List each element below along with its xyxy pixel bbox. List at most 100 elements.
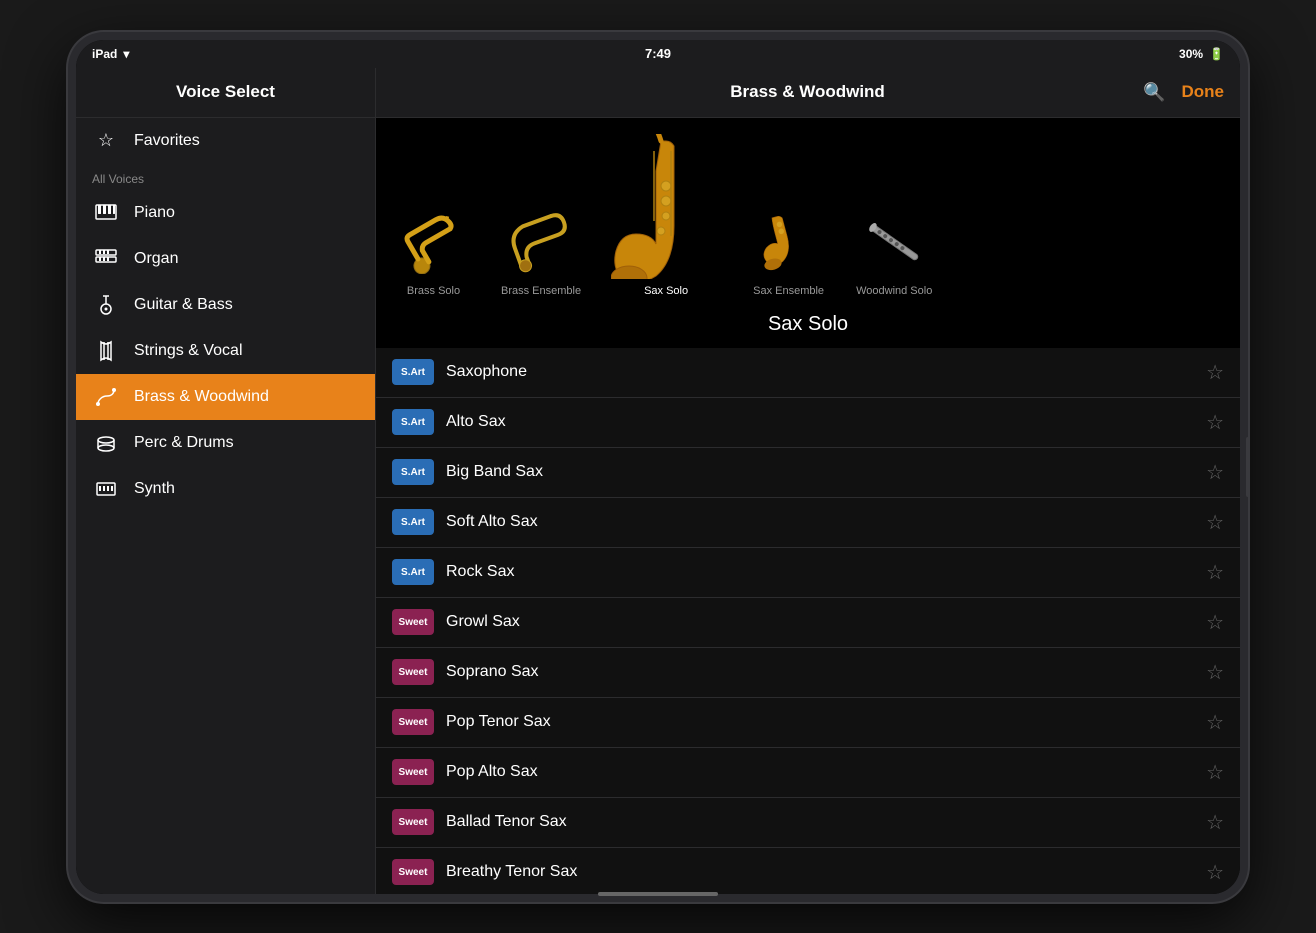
voice-name: Big Band Sax	[446, 463, 1206, 481]
sidebar-title: Voice Select	[176, 82, 275, 102]
voice-name: Breathy Tenor Sax	[446, 863, 1206, 881]
sax-solo-img	[611, 134, 721, 279]
battery-icon: 🔋	[1209, 47, 1224, 61]
voice-item-pop-tenor-sax[interactable]: Sweet Pop Tenor Sax☆	[376, 698, 1240, 748]
voice-name: Soprano Sax	[446, 663, 1206, 681]
brass-icon	[92, 383, 120, 411]
sax-solo-header: Sax Solo	[376, 305, 1240, 348]
sidebar-item-strings-vocal[interactable]: Strings & Vocal	[76, 328, 375, 374]
sidebar-item-perc-drums[interactable]: Perc & Drums	[76, 420, 375, 466]
voice-favorite-star[interactable]: ☆	[1206, 360, 1224, 385]
voice-item-pop-alto-sax[interactable]: Sweet Pop Alto Sax☆	[376, 748, 1240, 798]
category-carousel: Brass Solo	[376, 118, 1240, 305]
voice-favorite-star[interactable]: ☆	[1206, 410, 1224, 435]
done-button[interactable]: Done	[1182, 82, 1225, 102]
perc-drums-label: Perc & Drums	[134, 434, 234, 452]
voice-favorite-star[interactable]: ☆	[1206, 510, 1224, 535]
voice-favorite-star[interactable]: ☆	[1206, 860, 1224, 885]
voice-badge: S.Art	[392, 509, 434, 535]
brass-woodwind-label: Brass & Woodwind	[134, 388, 269, 406]
synth-icon	[92, 475, 120, 503]
voice-badge: S.Art	[392, 559, 434, 585]
status-bar: iPad ▾ 7:49 30% 🔋	[76, 40, 1240, 68]
voice-name: Growl Sax	[446, 613, 1206, 631]
voice-item-alto-sax[interactable]: S.ArtAlto Sax☆	[376, 398, 1240, 448]
voice-favorite-star[interactable]: ☆	[1206, 460, 1224, 485]
voice-badge: Sweet	[392, 609, 434, 635]
category-brass-solo[interactable]: Brass Solo	[396, 209, 471, 297]
voice-item-big-band-sax[interactable]: S.Art Big Band Sax☆	[376, 448, 1240, 498]
voice-item-soft-alto-sax[interactable]: S.ArtSoft Alto Sax☆	[376, 498, 1240, 548]
category-woodwind-solo[interactable]: Woodwind Solo	[856, 209, 932, 297]
sidebar-item-guitar-bass[interactable]: Guitar & Bass	[76, 282, 375, 328]
voice-name: Rock Sax	[446, 563, 1206, 581]
voice-badge: S.Art	[392, 459, 434, 485]
header-actions: 🔍 Done	[1143, 82, 1224, 103]
sidebar-item-piano[interactable]: Piano	[76, 190, 375, 236]
voice-name: Saxophone	[446, 363, 1206, 381]
voice-favorite-star[interactable]: ☆	[1206, 660, 1224, 685]
strings-icon	[92, 337, 120, 365]
sax-solo-title: Sax Solo	[768, 313, 848, 335]
search-icon[interactable]: 🔍	[1143, 82, 1165, 103]
sidebar-item-brass-woodwind[interactable]: Brass & Woodwind	[76, 374, 375, 420]
sidebar-header: Voice Select	[76, 68, 375, 118]
status-time: 7:49	[645, 46, 671, 61]
organ-icon	[92, 245, 120, 273]
sidebar-section-header: All Voices	[76, 164, 375, 190]
voice-item-ballad-tenor-sax[interactable]: SweetBallad Tenor Sax☆	[376, 798, 1240, 848]
voice-name: Alto Sax	[446, 413, 1206, 431]
voice-item-rock-sax[interactable]: S.Art Rock Sax☆	[376, 548, 1240, 598]
drums-icon	[92, 429, 120, 457]
device-label: iPad	[92, 47, 117, 61]
side-button	[1246, 437, 1250, 497]
brass-solo-img	[396, 209, 471, 279]
guitar-icon	[92, 291, 120, 319]
organ-label: Organ	[134, 250, 178, 268]
battery-label: 30%	[1179, 47, 1203, 61]
sidebar-item-favorites[interactable]: ☆ Favorites	[76, 118, 375, 164]
brass-ensemble-label: Brass Ensemble	[501, 285, 581, 297]
main-header-title: Brass & Woodwind	[472, 82, 1143, 102]
voice-item-growl-sax[interactable]: Sweet Growl Sax☆	[376, 598, 1240, 648]
home-indicator	[598, 892, 718, 894]
category-sax-ensemble[interactable]: Sax Ensemble	[751, 209, 826, 297]
main-header: Brass & Woodwind 🔍 Done	[376, 68, 1240, 118]
brass-solo-label: Brass Solo	[407, 285, 460, 297]
sidebar-item-organ[interactable]: Organ	[76, 236, 375, 282]
voice-favorite-star[interactable]: ☆	[1206, 560, 1224, 585]
voice-badge: Sweet	[392, 859, 434, 885]
sidebar-item-synth[interactable]: Synth	[76, 466, 375, 512]
sax-solo-label: Sax Solo	[644, 285, 688, 297]
sax-ensemble-img	[751, 209, 826, 279]
voice-badge: Sweet	[392, 809, 434, 835]
voice-item-soprano-sax[interactable]: Sweet Soprano Sax☆	[376, 648, 1240, 698]
status-right: 30% 🔋	[1179, 47, 1224, 61]
voice-name: Pop Alto Sax	[446, 763, 1206, 781]
voice-favorite-star[interactable]: ☆	[1206, 810, 1224, 835]
strings-vocal-label: Strings & Vocal	[134, 342, 243, 360]
voice-badge: Sweet	[392, 659, 434, 685]
voice-item-breathy-tenor-sax[interactable]: Sweet Breathy Tenor Sax☆	[376, 848, 1240, 894]
category-brass-ensemble[interactable]: Brass Ensemble	[501, 209, 581, 297]
favorites-label: Favorites	[134, 132, 200, 150]
status-left: iPad ▾	[92, 47, 129, 61]
voice-favorite-star[interactable]: ☆	[1206, 610, 1224, 635]
voice-name: Pop Tenor Sax	[446, 713, 1206, 731]
voice-badge: S.Art	[392, 359, 434, 385]
favorites-icon: ☆	[92, 127, 120, 155]
voice-list[interactable]: S.ArtSaxophone☆S.ArtAlto Sax☆S.ArtBig Ba…	[376, 348, 1240, 894]
sidebar: Voice Select ☆ Favorites All Voices	[76, 68, 376, 894]
main-content: Brass & Woodwind 🔍 Done	[376, 68, 1240, 894]
voice-favorite-star[interactable]: ☆	[1206, 760, 1224, 785]
ipad-screen: iPad ▾ 7:49 30% 🔋 Voice Select ☆ Favorit…	[76, 40, 1240, 894]
synth-label: Synth	[134, 480, 175, 498]
app-content: Voice Select ☆ Favorites All Voices	[76, 68, 1240, 894]
woodwind-solo-img	[857, 209, 932, 279]
voice-badge: Sweet	[392, 709, 434, 735]
voice-badge: Sweet	[392, 759, 434, 785]
wifi-icon: ▾	[123, 47, 129, 61]
category-sax-solo[interactable]: Sax Solo	[611, 134, 721, 297]
voice-item-saxophone[interactable]: S.Art Saxophone☆	[376, 348, 1240, 398]
voice-favorite-star[interactable]: ☆	[1206, 710, 1224, 735]
